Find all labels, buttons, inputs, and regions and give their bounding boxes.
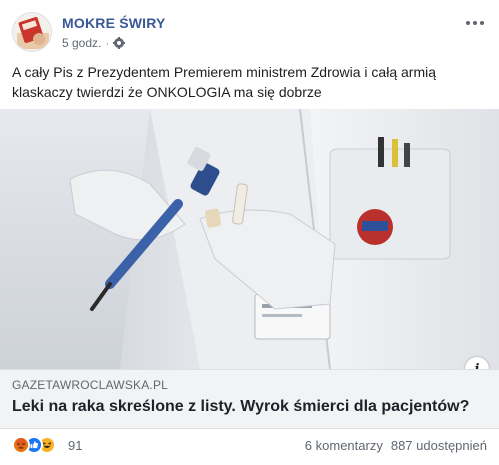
- page-avatar[interactable]: [12, 12, 52, 52]
- engagement-stats: 6 komentarzy 887 udostępnień: [305, 438, 487, 453]
- post-text: A cały Pis z Prezydentem Premierem minis…: [12, 64, 437, 100]
- angry-reaction-icon: [12, 436, 30, 454]
- page-name[interactable]: MOKRE ŚWIRY: [62, 15, 166, 31]
- more-options-icon[interactable]: [463, 14, 487, 32]
- post-meta: 5 godz. ·: [62, 36, 126, 50]
- post-card: MOKRE ŚWIRY 5 godz. · A cały Pis z Prezy…: [0, 0, 499, 465]
- link-preview-image[interactable]: [0, 109, 499, 369]
- reaction-count[interactable]: 91: [68, 438, 82, 453]
- meta-separator: ·: [105, 36, 110, 50]
- comments-count[interactable]: 6 komentarzy: [305, 438, 383, 453]
- post-header: MOKRE ŚWIRY 5 godz. ·: [12, 12, 487, 54]
- shares-count[interactable]: 887 udostępnień: [391, 438, 487, 453]
- reactions-summary[interactable]: [12, 436, 56, 454]
- post-time[interactable]: 5 godz.: [62, 36, 101, 50]
- link-domain: GAZETAWROCLAWSKA.PL: [12, 378, 169, 392]
- link-caption[interactable]: GAZETAWROCLAWSKA.PL Leki na raka skreślo…: [0, 369, 499, 429]
- globe-icon[interactable]: [113, 37, 126, 49]
- post-footer: 91 6 komentarzy 887 udostępnień: [12, 435, 487, 457]
- link-title[interactable]: Leki na raka skreślone z listy. Wyrok śm…: [12, 398, 469, 416]
